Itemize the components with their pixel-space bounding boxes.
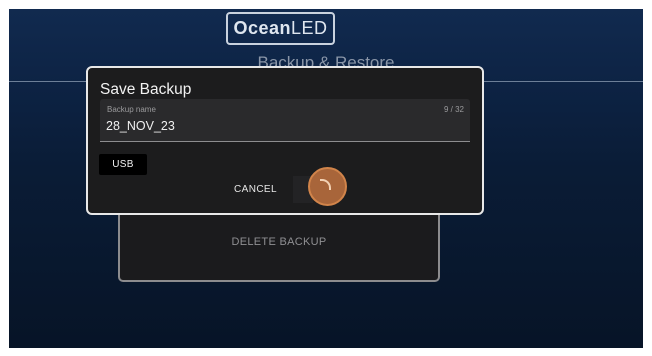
- delete-backup-button[interactable]: DELETE BACKUP: [120, 236, 438, 248]
- backup-name-field[interactable]: Backup name 9 / 32 28_NOV_23: [100, 99, 470, 142]
- usb-button[interactable]: USB: [99, 154, 147, 175]
- logo-text-led: LED: [291, 18, 328, 38]
- logo-text-ocean: Ocean: [233, 18, 291, 38]
- char-counter: 9 / 32: [443, 105, 464, 114]
- app-window: Ocean LED Backup & Restore DELETE BACKUP …: [9, 9, 643, 348]
- save-backup-dialog: Save Backup Backup name 9 / 32 28_NOV_23…: [86, 66, 484, 215]
- backup-name-label: Backup name: [107, 105, 156, 114]
- cancel-button[interactable]: CANCEL: [234, 184, 277, 195]
- dialog-title: Save Backup: [100, 81, 192, 98]
- backup-name-input[interactable]: 28_NOV_23: [106, 119, 175, 133]
- touch-indicator-icon: [308, 167, 347, 206]
- oceanled-logo: Ocean LED: [226, 12, 335, 45]
